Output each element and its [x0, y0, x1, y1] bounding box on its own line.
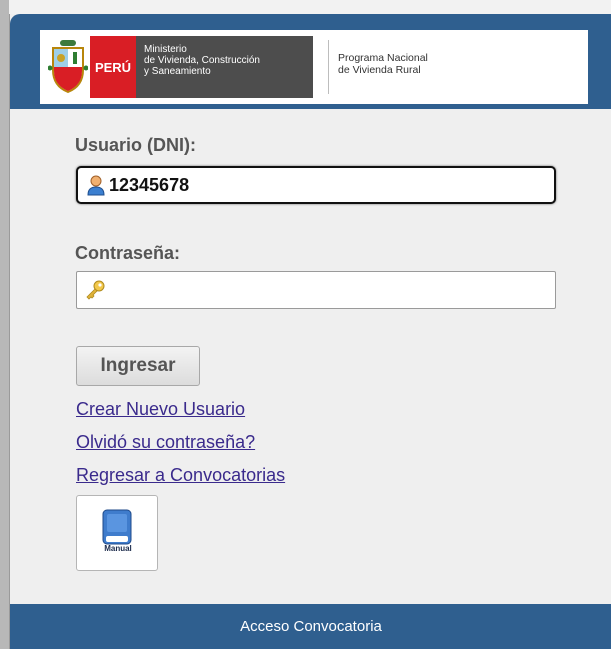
- program-line-2: de Vivienda Rural: [338, 64, 421, 76]
- back-to-calls-link[interactable]: Regresar a Convocatorias: [76, 465, 285, 486]
- header-bar: PERÚ Ministerio de Vivienda, Construcció…: [10, 14, 611, 109]
- program-name: Programa Nacional de Vivienda Rural: [338, 52, 428, 76]
- program-line-1: Programa Nacional: [338, 52, 428, 64]
- ministry-block: Ministerio de Vivienda, Construcción y S…: [136, 36, 313, 98]
- user-dni-value: 12345678: [109, 174, 190, 195]
- footer-bar: Acceso Convocatoria: [10, 604, 611, 649]
- peru-label: PERÚ: [90, 36, 136, 98]
- password-label: Contraseña:: [75, 243, 181, 263]
- left-border: [0, 0, 9, 649]
- coat-of-arms-icon: [48, 40, 88, 94]
- user-label: Usuario (DNI):: [75, 135, 196, 155]
- manual-button[interactable]: Manual: [76, 495, 158, 571]
- ministry-line-2: de Vivienda, Construcción: [144, 55, 260, 66]
- login-frame: PERÚ Ministerio de Vivienda, Construcció…: [0, 0, 611, 649]
- forgot-password-link[interactable]: Olvidó su contraseña?: [76, 432, 255, 453]
- footer-title: Acceso Convocatoria: [240, 618, 382, 635]
- manual-label: Manual: [104, 544, 132, 553]
- create-user-link[interactable]: Crear Nuevo Usuario: [76, 399, 245, 420]
- password-input[interactable]: [76, 271, 556, 309]
- login-panel: PERÚ Ministerio de Vivienda, Construcció…: [9, 14, 611, 649]
- institution-banner: PERÚ Ministerio de Vivienda, Construcció…: [40, 30, 588, 104]
- user-dni-input[interactable]: 12345678: [76, 166, 556, 204]
- ministry-line-3: y Saneamiento: [144, 66, 211, 77]
- book-icon: [102, 509, 132, 545]
- banner-divider: [328, 40, 329, 94]
- key-icon: [86, 280, 105, 300]
- login-button[interactable]: Ingresar: [76, 346, 200, 386]
- user-icon: [87, 175, 105, 196]
- ministry-line-1: Ministerio: [144, 44, 187, 55]
